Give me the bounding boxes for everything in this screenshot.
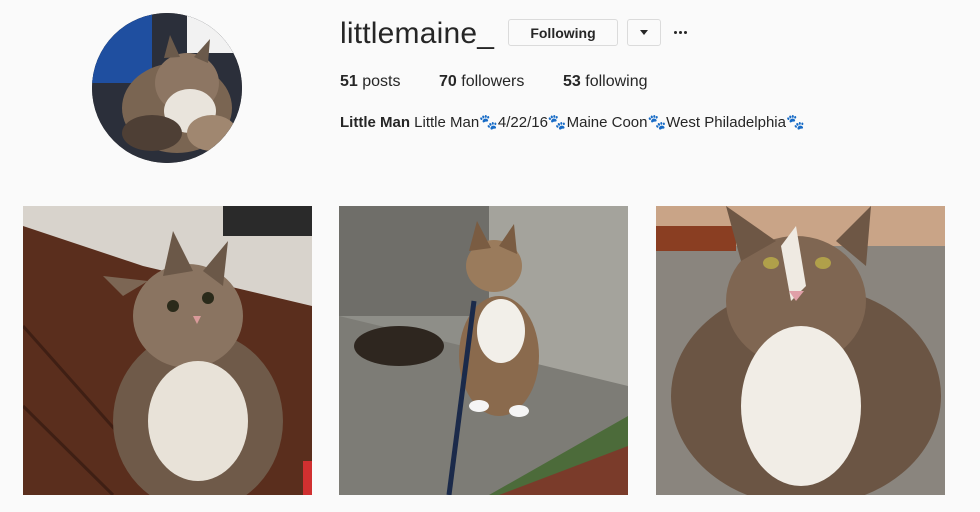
followers-label: followers xyxy=(461,73,525,90)
posts-label: posts xyxy=(362,73,401,90)
profile-full-name: Little Man xyxy=(340,114,410,131)
following-count: 53 xyxy=(563,73,581,90)
post-thumbnail[interactable] xyxy=(23,206,312,495)
posts-stat: 51 posts xyxy=(340,72,401,92)
profile-avatar[interactable] xyxy=(92,13,242,163)
chevron-down-icon xyxy=(640,30,648,35)
post-image xyxy=(339,206,628,495)
following-button[interactable]: Following xyxy=(508,19,618,46)
posts-count: 51 xyxy=(340,73,358,90)
more-options-button[interactable] xyxy=(669,22,691,42)
following-label: following xyxy=(585,73,648,90)
post-image xyxy=(23,206,312,495)
profile-bio: Little Man Little Man🐾4/22/16🐾Maine Coon… xyxy=(340,113,805,133)
followers-count: 70 xyxy=(439,73,457,90)
bio-text: Little Man🐾4/22/16🐾Maine Coon🐾West Phila… xyxy=(414,114,805,131)
profile-username: littlemaine_ xyxy=(340,17,495,50)
avatar-image xyxy=(92,13,242,163)
following-link[interactable]: 53 following xyxy=(563,72,648,92)
suggested-dropdown-button[interactable] xyxy=(627,19,661,46)
post-image xyxy=(656,206,945,495)
ellipsis-icon xyxy=(673,30,687,34)
post-thumbnail[interactable] xyxy=(339,206,628,495)
post-thumbnail[interactable] xyxy=(656,206,945,495)
followers-link[interactable]: 70 followers xyxy=(439,72,524,92)
